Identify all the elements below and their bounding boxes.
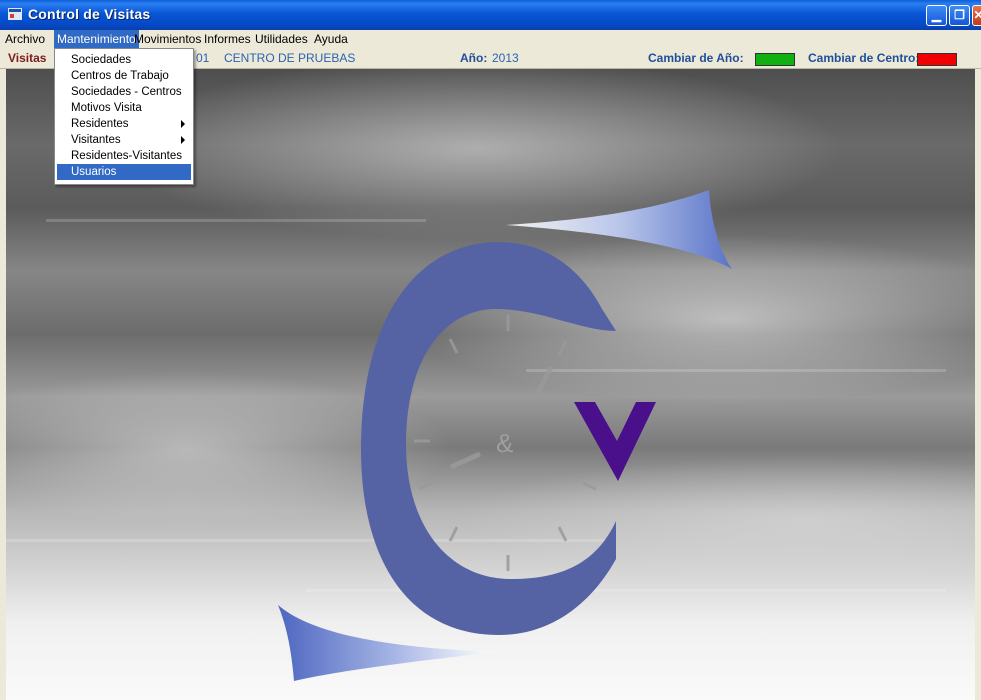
- year-value: 2013: [492, 51, 519, 65]
- menu-item-residentes-visitantes[interactable]: Residentes-Visitantes: [57, 148, 191, 164]
- ampersand-text: &: [496, 428, 513, 458]
- menu-item-residentes[interactable]: Residentes: [57, 116, 191, 132]
- change-year-label: Cambiar de Año:: [648, 51, 744, 65]
- mantenimiento-dropdown: Sociedades Centros de Trabajo Sociedades…: [54, 48, 194, 185]
- center-code: 01: [196, 51, 210, 65]
- minimize-icon: ▁: [931, 8, 942, 22]
- change-center-button[interactable]: [917, 53, 957, 66]
- menu-item-centros-de-trabajo[interactable]: Centros de Trabajo: [57, 68, 191, 84]
- menu-archivo[interactable]: Archivo: [2, 30, 48, 48]
- menu-mantenimiento[interactable]: Mantenimiento: [54, 30, 139, 48]
- menu-utilidades[interactable]: Utilidades: [252, 30, 311, 48]
- menu-ayuda[interactable]: Ayuda: [311, 30, 351, 48]
- menu-bar: Archivo Mantenimiento Movimientos Inform…: [0, 30, 981, 48]
- menu-item-label: Centros de Trabajo: [71, 70, 169, 82]
- section-label: Visitas: [8, 51, 47, 65]
- window-title: Control de Visitas: [28, 6, 151, 22]
- menu-item-label: Residentes: [71, 118, 129, 130]
- close-icon: ✕: [973, 8, 981, 22]
- change-year-button[interactable]: [755, 53, 795, 66]
- app-icon: [8, 8, 22, 20]
- title-bar[interactable]: Control de Visitas ▁ ❐ ✕: [0, 0, 981, 30]
- submenu-arrow-icon: [181, 120, 185, 128]
- minimize-button[interactable]: ▁: [926, 5, 947, 26]
- menu-item-motivos-visita[interactable]: Motivos Visita: [57, 100, 191, 116]
- menu-item-label: Visitantes: [71, 134, 121, 146]
- year-label: Año:: [460, 51, 488, 65]
- maximize-button[interactable]: ❐: [949, 5, 970, 26]
- menu-informes[interactable]: Informes: [201, 30, 254, 48]
- menu-item-sociedades-centros[interactable]: Sociedades - Centros: [57, 84, 191, 100]
- menu-item-visitantes[interactable]: Visitantes: [57, 132, 191, 148]
- letter-v-shape: [574, 402, 656, 481]
- menu-item-usuarios[interactable]: Usuarios: [57, 164, 191, 180]
- menu-item-label: Sociedades: [71, 54, 132, 66]
- restore-icon: ❐: [954, 8, 965, 22]
- change-center-label: Cambiar de Centro:: [808, 51, 920, 65]
- menu-item-label: Sociedades - Centros: [71, 86, 182, 98]
- menu-item-sociedades[interactable]: Sociedades: [57, 52, 191, 68]
- close-button[interactable]: ✕: [972, 5, 981, 26]
- menu-movimientos[interactable]: Movimientos: [131, 30, 204, 48]
- submenu-arrow-icon: [181, 136, 185, 144]
- menu-item-label: Residentes-Visitantes: [71, 150, 183, 162]
- menu-item-label: Motivos Visita: [71, 102, 142, 114]
- center-name: CENTRO DE PRUEBAS: [224, 51, 356, 65]
- letter-c-shape: [361, 242, 616, 635]
- menu-item-label: Usuarios: [71, 166, 117, 178]
